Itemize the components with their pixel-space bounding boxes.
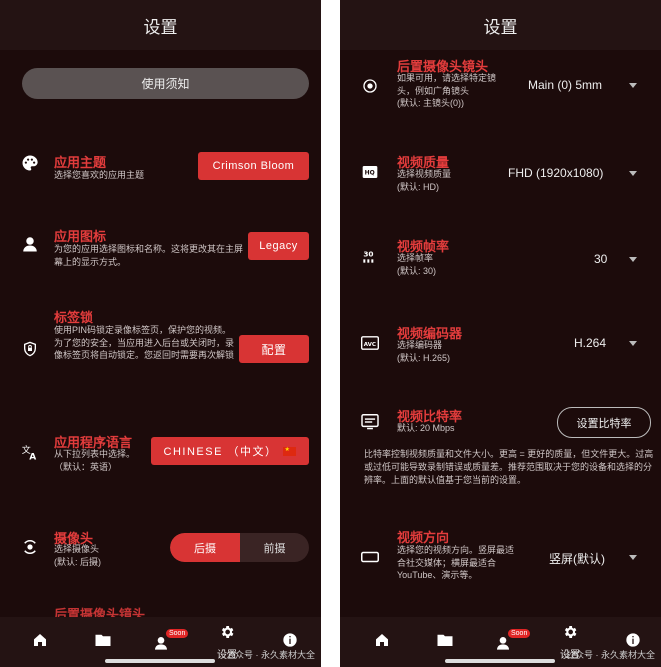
setting-desc: 如果可用，请选择特定镜头，例如广角镜头 (默认: 主镜头(0)) [397,73,497,108]
bitrate-note: 比特率控制视频质量和文件大小。更高 = 更好的质量，但文件更大。过高或过低可能导… [364,449,654,485]
avc-icon: AVC [360,333,380,353]
tab-lock-config-button[interactable]: 配置 [239,335,309,363]
svg-text:A: A [29,453,36,462]
chevron-down-icon [629,341,637,346]
camera-toggle[interactable]: 后摄 前摄 [170,533,309,562]
language-select-button[interactable]: CHINESE （中文） ★ [151,437,309,465]
setting-title: 后置摄像头镜头 [54,607,146,617]
setting-desc: 选择您喜欢的应用主题 [54,170,145,180]
home-icon [374,632,390,653]
fps-30-icon: 30 [360,246,380,266]
setting-rear-lens[interactable]: 后置摄像头镜头 如果可用，请选择特定镜头，例如广角镜头 (默认: 主镜头(0))… [340,56,661,116]
setting-rear-lens-partial: 后置摄像头镜头 [0,604,321,617]
right-header: 设置 [340,0,661,50]
soon-badge: Soon [166,629,189,638]
hq-icon: HQ [360,162,380,182]
watermark-text: 公众号 · 永久素材大全 [566,650,655,660]
camera-option-back[interactable]: 后摄 [170,533,240,562]
setting-video-quality[interactable]: HQ 视频质量 选择视频质量 (默认: HD) FHD (1920x1080) [340,150,661,194]
setting-app-icon: 应用图标 为您的应用选择图标和名称。这将更改其在主屏幕上的显示方式。 Legac… [0,222,321,270]
home-indicator [105,659,215,663]
setting-desc: 选择您的视频方向。竖屏最适合社交媒体；横屏最适合 YouTube、演示等。 [397,545,515,580]
translate-icon: 文A [20,442,40,462]
nav-home[interactable] [20,617,60,667]
phone-landscape-icon [360,547,380,567]
setting-tab-lock: 标签锁 使用PIN码锁定录像标签页，保护您的视频。为了您的安全，当应用进入后台或… [0,305,321,395]
soon-badge: Soon [508,629,531,638]
frame-rate-value: 30 [594,252,608,266]
camera-option-front[interactable]: 前摄 [240,533,309,562]
theme-select-button[interactable]: Crimson Bloom [198,152,309,180]
lock-shield-icon [20,339,40,359]
setting-desc: 选择摄像头 (默认: 后摄) [54,544,101,567]
bottom-navigation: Soon 设置 公众号 · 永久素材大全 [340,617,661,667]
camera-back-label: 后摄 [194,542,216,555]
app-icon-select-button[interactable]: Legacy [248,232,309,260]
svg-text:AVC: AVC [364,342,376,348]
video-quality-value: FHD (1920x1080) [508,166,604,180]
page-title: 设置 [143,17,178,37]
left-settings-list[interactable]: 使用须知 应用主题 选择您喜欢的应用主题 Crimson Bloom 应用图标 … [0,50,321,617]
left-screen: 设置 使用须知 应用主题 选择您喜欢的应用主题 Crimson Bloom 应用… [0,0,321,667]
notice-button[interactable]: 使用须知 [22,68,309,99]
folder-icon [436,632,454,653]
switch-camera-icon [20,537,40,557]
chevron-down-icon [629,555,637,560]
set-bitrate-button[interactable]: 设置比特率 [557,407,651,438]
page-title: 设置 [483,17,518,37]
nav-home[interactable] [362,617,402,667]
tab-lock-value: 配置 [261,342,287,357]
orientation-value: 竖屏(默认) [549,552,605,566]
home-icon [32,632,48,653]
setting-orientation[interactable]: 视频方向 选择您的视频方向。竖屏最适合社交媒体；横屏最适合 YouTube、演示… [340,527,661,587]
set-bitrate-label: 设置比特率 [576,417,632,430]
chevron-down-icon [629,171,637,176]
folder-icon [94,632,112,653]
setting-encoder[interactable]: AVC 视频编码器 选择编码器 (默认: H.265) H.264 [340,321,661,365]
setting-desc: 选择视频质量 (默认: HD) [397,169,452,192]
setting-desc: 使用PIN码锁定录像标签页，保护您的视频。为了您的安全，当应用进入后台或关闭时，… [54,325,235,360]
setting-app-theme: 应用主题 选择您喜欢的应用主题 Crimson Bloom [0,146,321,186]
notice-button-label: 使用须知 [141,77,190,91]
setting-desc: 为您的应用选择图标和名称。这将更改其在主屏幕上的显示方式。 [54,244,244,267]
svg-text:30: 30 [363,250,373,259]
language-value: CHINESE （中文） [163,446,278,458]
bottom-navigation: Soon 设置 公众号 · 永久素材大全 [0,617,321,667]
app-icon-value: Legacy [259,240,298,252]
setting-language: 文A 应用程序语言 从下拉列表中选择。（默认：英语） CHINESE （中文） … [0,430,321,474]
setting-frame-rate[interactable]: 30 视频帧率 选择帧率 (默认: 30) 30 [340,234,661,278]
china-flag-icon: ★ [283,446,297,456]
radio-target-icon [360,76,380,96]
profile-icon: Soon [495,629,531,651]
home-indicator [445,659,555,663]
chevron-down-icon [629,257,637,262]
chevron-down-icon [629,83,637,88]
right-settings-list[interactable]: 后置摄像头镜头 如果可用，请选择特定镜头，例如广角镜头 (默认: 主镜头(0))… [340,50,661,617]
setting-bitrate: 视频比特率 默认: 20 Mbps 设置比特率 [340,404,661,444]
camera-front-label: 前摄 [263,542,286,555]
setting-desc: 默认: 20 Mbps [397,423,455,433]
setting-desc: 从下拉列表中选择。（默认：英语） [54,449,136,472]
bitrate-icon [360,412,380,432]
left-header: 设置 [0,0,321,50]
setting-desc: 选择帧率 (默认: 30) [397,253,437,276]
setting-camera: 摄像头 选择摄像头 (默认: 后摄) 后摄 前摄 [0,525,321,569]
watermark-text: 公众号 · 永久素材大全 [226,650,315,660]
user-icon [20,234,40,254]
right-screen: 设置 后置摄像头镜头 如果可用，请选择特定镜头，例如广角镜头 (默认: 主镜头(… [340,0,661,667]
profile-icon: Soon [153,629,189,651]
setting-desc: 选择编码器 (默认: H.265) [397,340,451,363]
svg-text:HQ: HQ [365,170,375,177]
gear-icon [562,624,578,645]
gear-icon [219,624,235,645]
encoder-value: H.264 [574,336,607,350]
theme-value: Crimson Bloom [212,160,295,172]
rear-lens-value: Main (0) 5mm [528,78,603,92]
palette-icon [20,153,40,173]
